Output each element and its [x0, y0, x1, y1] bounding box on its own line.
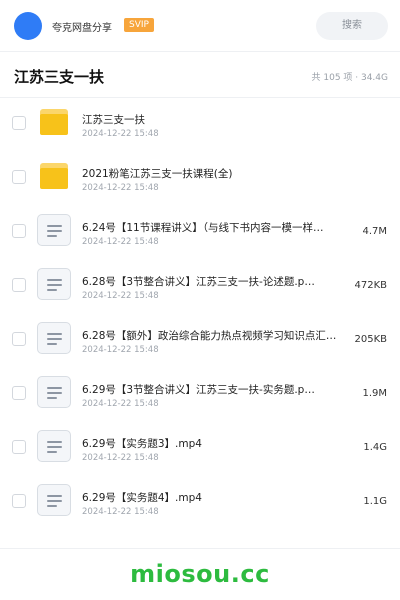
file-date: 2024-12-22 15:48: [82, 183, 159, 193]
row-checkbox[interactable]: [12, 332, 26, 346]
file-name: 6.29号【实务题4】.mp4: [82, 492, 202, 504]
folder-meta: 共 105 项 · 34.4G: [311, 73, 389, 83]
row-checkbox[interactable]: [12, 224, 26, 238]
file-name: 6.28号【3节整合讲义】江苏三支一扶-论述题.p…: [82, 276, 315, 288]
file-date: 2024-12-22 15:48: [82, 129, 159, 139]
svip-badge: SVIP: [124, 18, 154, 32]
search-button[interactable]: 搜索: [316, 12, 388, 40]
row-checkbox[interactable]: [12, 440, 26, 454]
file-size: 205KB: [354, 334, 387, 345]
file-date: 2024-12-22 15:48: [82, 345, 159, 355]
file-row[interactable]: 6.28号【额外】政治综合能力热点视频学习知识点汇… 2024-12-22 15…: [0, 314, 400, 368]
file-size: 1.1G: [363, 496, 387, 507]
file-name: 6.28号【额外】政治综合能力热点视频学习知识点汇…: [82, 330, 337, 342]
file-size: 4.7M: [362, 226, 387, 237]
file-row[interactable]: 6.29号【实务题4】.mp4 2024-12-22 15:48 1.1G: [0, 476, 400, 530]
document-icon: [37, 430, 71, 462]
file-row[interactable]: 6.28号【3节整合讲义】江苏三支一扶-论述题.p… 2024-12-22 15…: [0, 260, 400, 314]
row-checkbox[interactable]: [12, 494, 26, 508]
file-name: 6.29号【实务题3】.mp4: [82, 438, 202, 450]
file-date: 2024-12-22 15:48: [82, 237, 159, 247]
row-checkbox[interactable]: [12, 170, 26, 184]
file-date: 2024-12-22 15:48: [82, 453, 159, 463]
row-checkbox[interactable]: [12, 386, 26, 400]
folder-icon: [40, 109, 68, 135]
file-row[interactable]: 江苏三支一扶 2024-12-22 15:48: [0, 98, 400, 152]
file-row[interactable]: 6.29号【实务题3】.mp4 2024-12-22 15:48 1.4G: [0, 422, 400, 476]
document-icon: [37, 214, 71, 246]
file-list: 江苏三支一扶 2024-12-22 15:48 2021粉笔江苏三支一扶课程(全…: [0, 98, 400, 530]
file-size: 472KB: [354, 280, 387, 291]
file-name: 6.24号【11节课程讲义】（与线下书内容一模一样…: [82, 222, 324, 234]
file-name: 2021粉笔江苏三支一扶课程(全): [82, 168, 233, 180]
watermark: miosou.cc: [130, 560, 270, 588]
document-icon: [37, 322, 71, 354]
share-header: 夸克网盘分享 SVIP 搜索: [0, 0, 400, 52]
file-date: 2024-12-22 15:48: [82, 291, 159, 301]
share-name: 夸克网盘分享: [52, 23, 112, 34]
footer-divider: [0, 548, 400, 549]
document-icon: [37, 376, 71, 408]
avatar[interactable]: [14, 12, 42, 40]
folder-header: 江苏三支一扶 共 105 项 · 34.4G: [0, 52, 400, 98]
file-name: 6.29号【3节整合讲义】江苏三支一扶-实务题.p…: [82, 384, 315, 396]
file-row[interactable]: 6.29号【3节整合讲义】江苏三支一扶-实务题.p… 2024-12-22 15…: [0, 368, 400, 422]
file-name: 江苏三支一扶: [82, 114, 145, 126]
folder-icon: [40, 163, 68, 189]
file-date: 2024-12-22 15:48: [82, 399, 159, 409]
file-date: 2024-12-22 15:48: [82, 507, 159, 517]
row-checkbox[interactable]: [12, 116, 26, 130]
document-icon: [37, 484, 71, 516]
file-row[interactable]: 6.24号【11节课程讲义】（与线下书内容一模一样… 2024-12-22 15…: [0, 206, 400, 260]
document-icon: [37, 268, 71, 300]
file-size: 1.4G: [363, 442, 387, 453]
row-checkbox[interactable]: [12, 278, 26, 292]
file-row[interactable]: 2021粉笔江苏三支一扶课程(全) 2024-12-22 15:48: [0, 152, 400, 206]
file-size: 1.9M: [362, 388, 387, 399]
page-title: 江苏三支一扶: [14, 68, 105, 86]
